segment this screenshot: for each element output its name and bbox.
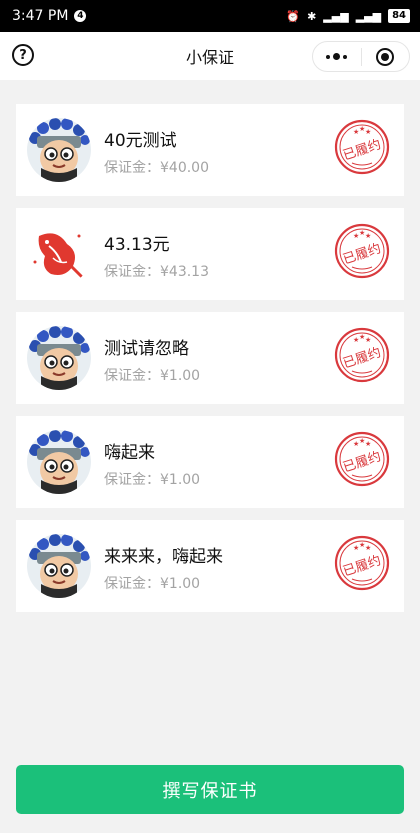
deposit-label: 保证金： — [104, 264, 160, 280]
stamp-text: 已履约 — [341, 241, 383, 267]
stamp-text: 已履约 — [341, 553, 383, 579]
svg-text:★: ★ — [365, 440, 371, 448]
avatar — [27, 222, 91, 286]
pledge-deposit: 保证金：¥43.13 — [104, 261, 209, 281]
mini-program-capsule — [312, 41, 410, 72]
pledge-card[interactable]: 来来来，嗨起来 保证金：¥1.00 ★ ★ ★ 已履约 — [16, 520, 404, 612]
pledge-title: 40元测试 — [104, 131, 177, 151]
more-dots-icon — [326, 53, 348, 60]
deposit-amount: ¥1.00 — [160, 576, 201, 592]
bluetooth-icon: ✱ — [307, 9, 317, 23]
fulfilled-stamp-icon: ★ ★ ★ 已履约 — [334, 223, 390, 279]
wifi-signal-icon: ▂▄▆ — [355, 9, 382, 23]
fulfilled-stamp-icon: ★ ★ ★ 已履约 — [334, 119, 390, 175]
avatar — [27, 534, 91, 598]
svg-text:★: ★ — [365, 128, 371, 136]
notification-badge: 4 — [74, 10, 87, 22]
deposit-label: 保证金： — [104, 160, 160, 176]
pledge-deposit: 保证金：¥1.00 — [104, 469, 200, 489]
status-right: ⏰ ✱ ▂▄▆ ▂▄▆ 84 — [286, 9, 410, 23]
pledge-title: 测试请忽略 — [104, 339, 189, 359]
pledge-card[interactable]: 嗨起来 保证金：¥1.00 ★ ★ ★ 已履约 — [16, 416, 404, 508]
more-button[interactable] — [313, 42, 361, 71]
avatar — [27, 430, 91, 494]
status-time: 3:47 PM — [12, 8, 69, 24]
stamp-text: 已履约 — [341, 449, 383, 475]
pledge-card[interactable]: 40元测试 保证金：¥40.00 ★ ★ ★ 已履约 — [16, 104, 404, 196]
stamp-text: 已履约 — [341, 137, 383, 163]
avatar — [27, 118, 91, 182]
pledge-deposit: 保证金：¥1.00 — [104, 573, 200, 593]
fulfilled-stamp-icon: ★ ★ ★ 已履约 — [334, 327, 390, 383]
pledge-title: 嗨起来 — [104, 443, 155, 463]
pledge-title: 来来来，嗨起来 — [104, 547, 223, 567]
page-title: 小保证 — [185, 48, 234, 67]
nav-bar: ? 小保证 — [0, 32, 420, 80]
deposit-amount: ¥1.00 — [160, 472, 201, 488]
pledge-card[interactable]: 43.13元 保证金：¥43.13 ★ ★ ★ 已履约 — [16, 208, 404, 300]
pledge-deposit: 保证金：¥1.00 — [104, 365, 200, 385]
fulfilled-stamp-icon: ★ ★ ★ 已履约 — [334, 431, 390, 487]
write-pledge-label: 撰写保证书 — [162, 780, 258, 802]
deposit-label: 保证金： — [104, 576, 160, 592]
battery-icon: 84 — [388, 9, 410, 23]
stamp-text: 已履约 — [341, 345, 383, 371]
target-icon — [376, 47, 395, 66]
write-pledge-button[interactable]: 撰写保证书 — [16, 765, 404, 814]
help-button[interactable]: ? — [12, 44, 34, 66]
deposit-amount: ¥43.13 — [160, 264, 209, 280]
fulfilled-stamp-icon: ★ ★ ★ 已履约 — [334, 535, 390, 591]
deposit-label: 保证金： — [104, 472, 160, 488]
svg-text:★: ★ — [365, 336, 371, 344]
avatar — [27, 326, 91, 390]
pledge-card[interactable]: 测试请忽略 保证金：¥1.00 ★ ★ ★ 已履约 — [16, 312, 404, 404]
deposit-amount: ¥40.00 — [160, 160, 209, 176]
status-left: 3:47 PM 4 — [12, 8, 87, 24]
deposit-amount: ¥1.00 — [160, 368, 201, 384]
status-bar: 3:47 PM 4 ⏰ ✱ ▂▄▆ ▂▄▆ 84 — [0, 0, 420, 32]
signal-icon: ▂▄▆ — [323, 9, 349, 23]
deposit-label: 保证金： — [104, 368, 160, 384]
svg-text:★: ★ — [365, 544, 371, 552]
pledge-title: 43.13元 — [104, 235, 170, 255]
pledge-list: 40元测试 保证金：¥40.00 ★ ★ ★ 已履约 43.13元 保证金：¥4… — [16, 104, 404, 624]
alarm-icon: ⏰ — [286, 9, 301, 23]
close-mini-program-button[interactable] — [361, 42, 409, 71]
svg-text:★: ★ — [365, 232, 371, 240]
pledge-deposit: 保证金：¥40.00 — [104, 157, 209, 177]
help-icon: ? — [19, 47, 27, 63]
